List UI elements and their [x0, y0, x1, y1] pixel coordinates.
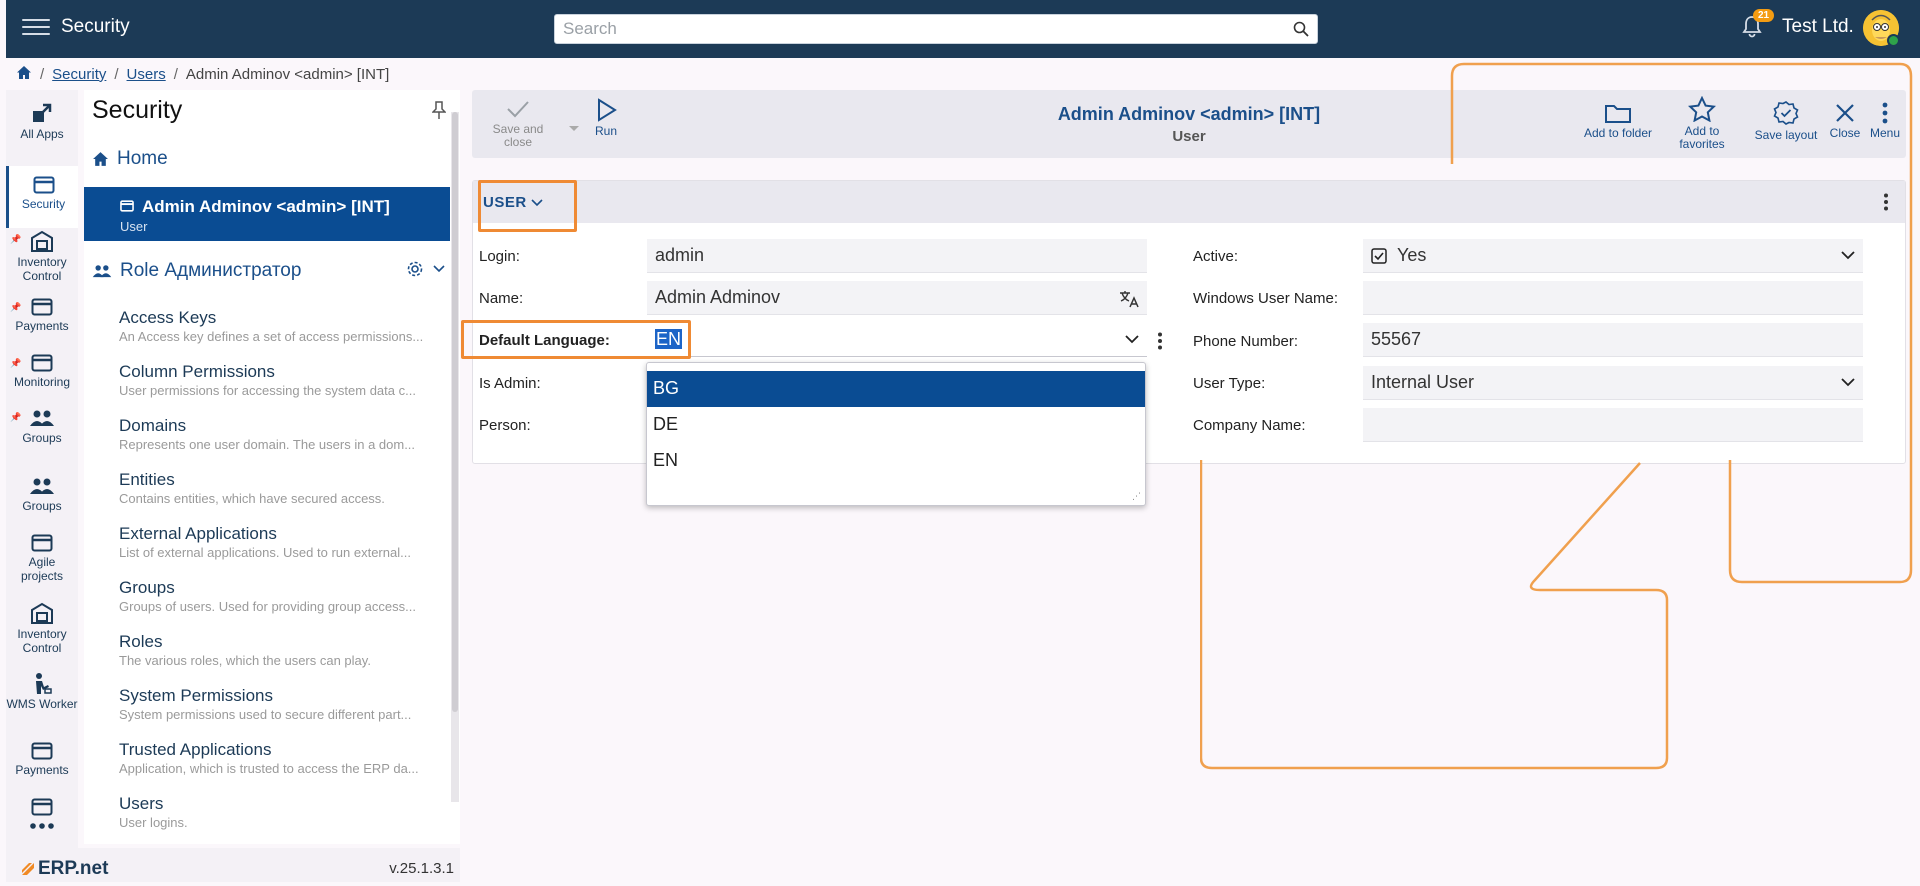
login-label: Login: [479, 248, 520, 265]
sidenav-entry-groups[interactable]: Groups Groups of users. Used for providin… [119, 578, 449, 614]
warehouse-icon [31, 230, 53, 252]
is-admin-label: Is Admin: [479, 375, 541, 392]
scrollbar-thumb[interactable] [452, 112, 458, 712]
sidenav-entry-users[interactable]: Users User logins. [119, 794, 449, 830]
window-icon [31, 534, 53, 552]
worker-icon [36, 673, 52, 694]
breadcrumb-users-link[interactable]: Users [127, 66, 166, 83]
more-dots-icon[interactable] [29, 822, 55, 830]
erp-logo: ERP.net [20, 858, 108, 880]
name-label: Name: [479, 290, 524, 307]
search-box[interactable] [554, 14, 1318, 44]
rail-item-inventory-control[interactable]: 📌 Inventory Control [6, 230, 78, 283]
window-icon [120, 200, 134, 212]
app-title: Security [61, 16, 130, 37]
sidenav-entry-roles[interactable]: Roles The various roles, which the users … [119, 632, 449, 668]
annotation-arrow-overlay [1200, 62, 1913, 770]
chevron-down-icon[interactable] [1125, 335, 1139, 344]
language-option-en[interactable]: EN [647, 443, 1145, 479]
window-icon [31, 798, 53, 816]
active-record-title: Admin Adminov <admin> [INT] [142, 197, 390, 216]
rail-item-more[interactable] [6, 798, 78, 833]
role-name: Role Администратор [120, 260, 302, 281]
highlight-section-title [478, 180, 577, 232]
language-option-bg[interactable]: BG [647, 371, 1145, 407]
sidenav-entry-trusted-applications[interactable]: Trusted Applications Application, which i… [119, 740, 449, 776]
notification-badge: 21 [1753, 9, 1775, 22]
grid-arrow-icon [33, 103, 52, 122]
sidenav-entry-column-permissions[interactable]: Column Permissions User permissions for a… [119, 362, 449, 398]
top-bar: Security 21 Test Ltd. [6, 0, 1920, 58]
rail-item-all-apps[interactable]: All Apps [6, 102, 78, 141]
people-icon [30, 410, 54, 426]
window-icon [33, 176, 54, 194]
sidenav-active-record[interactable]: Admin Adminov <admin> [INT] User [84, 187, 450, 241]
window-icon [31, 298, 53, 316]
sidenav-title: Security [92, 96, 183, 124]
window-icon [31, 742, 53, 760]
window-icon [31, 354, 53, 372]
sidenav-entry-external-applications[interactable]: External Applications List of external ap… [119, 524, 449, 560]
name-field[interactable]: Admin Adminov [647, 281, 1147, 315]
breadcrumb-separator: / [173, 65, 178, 83]
rail-item-groups-2[interactable]: Groups [6, 476, 78, 513]
sidenav-entry-system-permissions[interactable]: System Permissions System permissions use… [119, 686, 449, 722]
app-rail: All Apps Security 📌 Inventory Control 📌 … [6, 90, 78, 850]
language-option-de[interactable]: DE [647, 407, 1145, 443]
language-dropdown-list: BG DE EN ⋰ [646, 362, 1146, 506]
online-status-dot [1887, 34, 1900, 47]
active-record-subtitle: User [120, 219, 148, 234]
erp-logo-mark-icon [22, 863, 34, 875]
version-label: v.25.1.3.1 [389, 860, 454, 877]
breadcrumb-separator: / [40, 65, 45, 83]
breadcrumb-security-link[interactable]: Security [52, 66, 106, 83]
login-field[interactable]: admin [647, 239, 1147, 273]
pin-icon[interactable] [431, 100, 447, 123]
people-icon [30, 478, 54, 494]
rail-item-inventory-control-2[interactable]: Inventory Control [6, 602, 78, 655]
gear-icon[interactable] [406, 260, 424, 278]
warehouse-icon [31, 602, 53, 624]
resize-grip-icon[interactable]: ⋰ [1132, 491, 1141, 502]
hamburger-menu-icon[interactable] [22, 14, 50, 42]
person-label: Person: [479, 417, 531, 434]
sidenav-entry-entities[interactable]: Entities Contains entities, which have se… [119, 470, 449, 506]
search-icon[interactable] [1293, 21, 1309, 40]
search-input[interactable] [563, 15, 1263, 43]
pin-icon: 📌 [10, 234, 22, 244]
chevron-down-icon[interactable] [432, 264, 446, 274]
default-language-select[interactable]: EN [647, 323, 1147, 357]
highlight-default-language [461, 320, 691, 359]
sidenav-entry-domains[interactable]: Domains Represents one user domain. The u… [119, 416, 449, 452]
breadcrumb-separator: / [114, 65, 119, 83]
people-icon [92, 265, 112, 278]
rail-item-agile-projects[interactable]: Agile projects [6, 534, 78, 583]
footer: ERP.net v.25.1.3.1 [6, 848, 460, 882]
rail-item-security[interactable]: Security [6, 166, 78, 228]
breadcrumb-current: Admin Adminov <admin> [INT] [185, 65, 390, 83]
sidenav-entry-access-keys[interactable]: Access Keys An Access key defines a set o… [119, 308, 449, 344]
field-kebab-icon[interactable] [1157, 332, 1163, 350]
breadcrumb: / Security / Users / Admin Adminov <admi… [16, 64, 389, 84]
home-icon[interactable] [16, 65, 32, 84]
home-icon [93, 152, 108, 166]
pin-icon: 📌 [10, 412, 22, 422]
rail-item-wms-worker[interactable]: WMS Worker [6, 672, 78, 711]
role-section-header[interactable]: Role Администратор [92, 260, 450, 282]
rail-item-payments-2[interactable]: Payments [6, 742, 78, 777]
sidenav-home-link[interactable]: Home [92, 148, 168, 170]
translate-icon[interactable] [1119, 290, 1139, 308]
rail-item-monitoring[interactable]: 📌 Monitoring [6, 354, 78, 389]
company-name[interactable]: Test Ltd. [1782, 16, 1854, 38]
rail-item-groups[interactable]: 📌 Groups [6, 408, 78, 445]
sidenav-scrollbar[interactable] [451, 112, 459, 802]
pin-icon: 📌 [10, 358, 22, 368]
side-navigation: Security Home Admin Adminov <admin> [INT… [84, 90, 460, 844]
rail-item-payments[interactable]: 📌 Payments [6, 298, 78, 333]
pin-icon: 📌 [10, 302, 22, 312]
